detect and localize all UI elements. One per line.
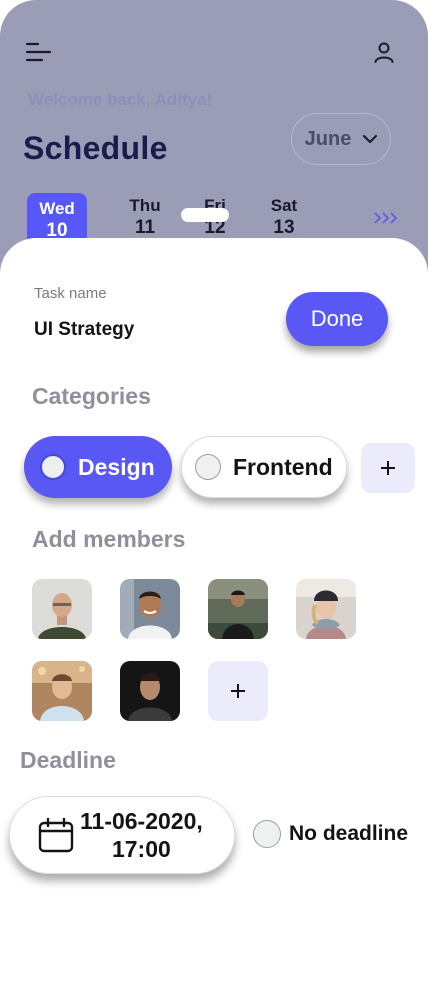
category-chip-frontend[interactable]: Frontend (181, 436, 347, 498)
radio-selected-icon (40, 454, 66, 480)
no-deadline-option[interactable]: No deadline (253, 820, 408, 848)
plus-icon (231, 684, 245, 698)
menu-icon[interactable] (26, 42, 52, 62)
calendar-icon (38, 817, 74, 853)
day-name: Wed (39, 199, 75, 218)
member-avatar-1[interactable] (32, 579, 92, 639)
deadline-value: 11-06-2020, 17:00 (80, 807, 203, 863)
plus-icon (381, 461, 395, 475)
category-label: Design (78, 453, 155, 480)
radio-unselected-icon (195, 454, 221, 480)
radio-unselected-icon (253, 820, 281, 848)
chevrons-right-icon[interactable] (373, 210, 399, 226)
add-category-button[interactable] (361, 443, 415, 493)
user-icon[interactable] (372, 40, 396, 64)
member-avatar-4[interactable] (296, 579, 356, 639)
page-title: Schedule (23, 130, 168, 166)
categories-title: Categories (32, 383, 151, 409)
category-label: Frontend (233, 453, 333, 480)
no-deadline-label: No deadline (289, 822, 409, 845)
deadline-date: 11-06-2020, (80, 808, 203, 834)
category-chip-design[interactable]: Design (24, 436, 172, 498)
add-member-button[interactable] (208, 661, 268, 721)
deadline-picker[interactable]: 11-06-2020, 17:00 (9, 796, 235, 874)
month-label: June (304, 127, 352, 150)
month-dropdown[interactable]: June (291, 113, 391, 165)
day-name: Sat (270, 196, 298, 215)
day-sat[interactable]: Sat 13 (254, 196, 314, 239)
member-avatar-5[interactable] (32, 661, 92, 721)
day-number: 11 (134, 217, 156, 238)
deadline-time: 17:00 (111, 836, 171, 862)
add-members-title: Add members (32, 526, 186, 552)
task-name-label: Task name (34, 285, 107, 302)
chevron-down-icon (363, 134, 378, 144)
new-task-sheet: Task name UI Strategy Done Categories De… (0, 238, 428, 996)
day-thu[interactable]: Thu 11 (115, 196, 175, 239)
day-number: 13 (273, 217, 295, 238)
welcome-text: Welcome back, Aditya! (28, 90, 213, 109)
sheet-drag-handle[interactable] (181, 208, 229, 222)
deadline-title: Deadline (20, 747, 116, 773)
member-avatar-3[interactable] (208, 579, 268, 639)
day-name: Thu (129, 196, 161, 215)
member-avatar-6[interactable] (120, 661, 180, 721)
member-avatar-2[interactable] (120, 579, 180, 639)
task-name-field[interactable]: UI Strategy (34, 319, 134, 341)
done-button[interactable]: Done (286, 292, 388, 346)
schedule-screen: Welcome back, Aditya! Schedule June Wed … (0, 0, 428, 996)
